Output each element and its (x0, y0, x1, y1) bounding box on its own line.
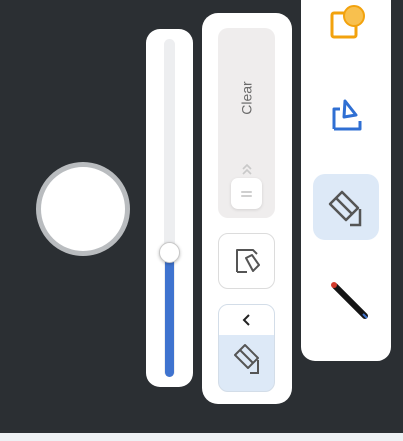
pen-tool-button[interactable] (313, 266, 379, 332)
shape-icon (330, 5, 365, 39)
clear-label-wrap: Clear (232, 58, 262, 138)
eraser-tool-button[interactable] (313, 174, 379, 240)
shape-tool-button[interactable] (313, 0, 379, 56)
slider-thumb[interactable] (159, 242, 180, 263)
pen-icon (331, 282, 368, 319)
lasso-select-icon (332, 99, 362, 131)
eraser-options-panel: Clear (202, 13, 292, 404)
chevron-up-icon (242, 163, 252, 175)
eraser-icon[interactable] (232, 341, 262, 375)
pen-select-icon (236, 249, 260, 273)
eraser-mode-group (218, 304, 275, 392)
brush-size-preview (36, 162, 130, 256)
select-tool-button[interactable] (313, 82, 379, 148)
chevron-left-icon (242, 314, 250, 326)
pen-select-button[interactable] (218, 233, 275, 289)
clear-label: Clear (239, 81, 255, 115)
collapse-button[interactable] (219, 305, 274, 335)
clear-slider-handle[interactable] (231, 178, 262, 209)
bottom-edge (0, 433, 403, 441)
eraser-size-slider[interactable] (146, 29, 193, 387)
tool-column (301, 0, 391, 361)
swipe-to-clear-slider[interactable]: Clear (218, 28, 275, 218)
eraser-icon (328, 190, 362, 227)
slider-fill (165, 252, 174, 377)
